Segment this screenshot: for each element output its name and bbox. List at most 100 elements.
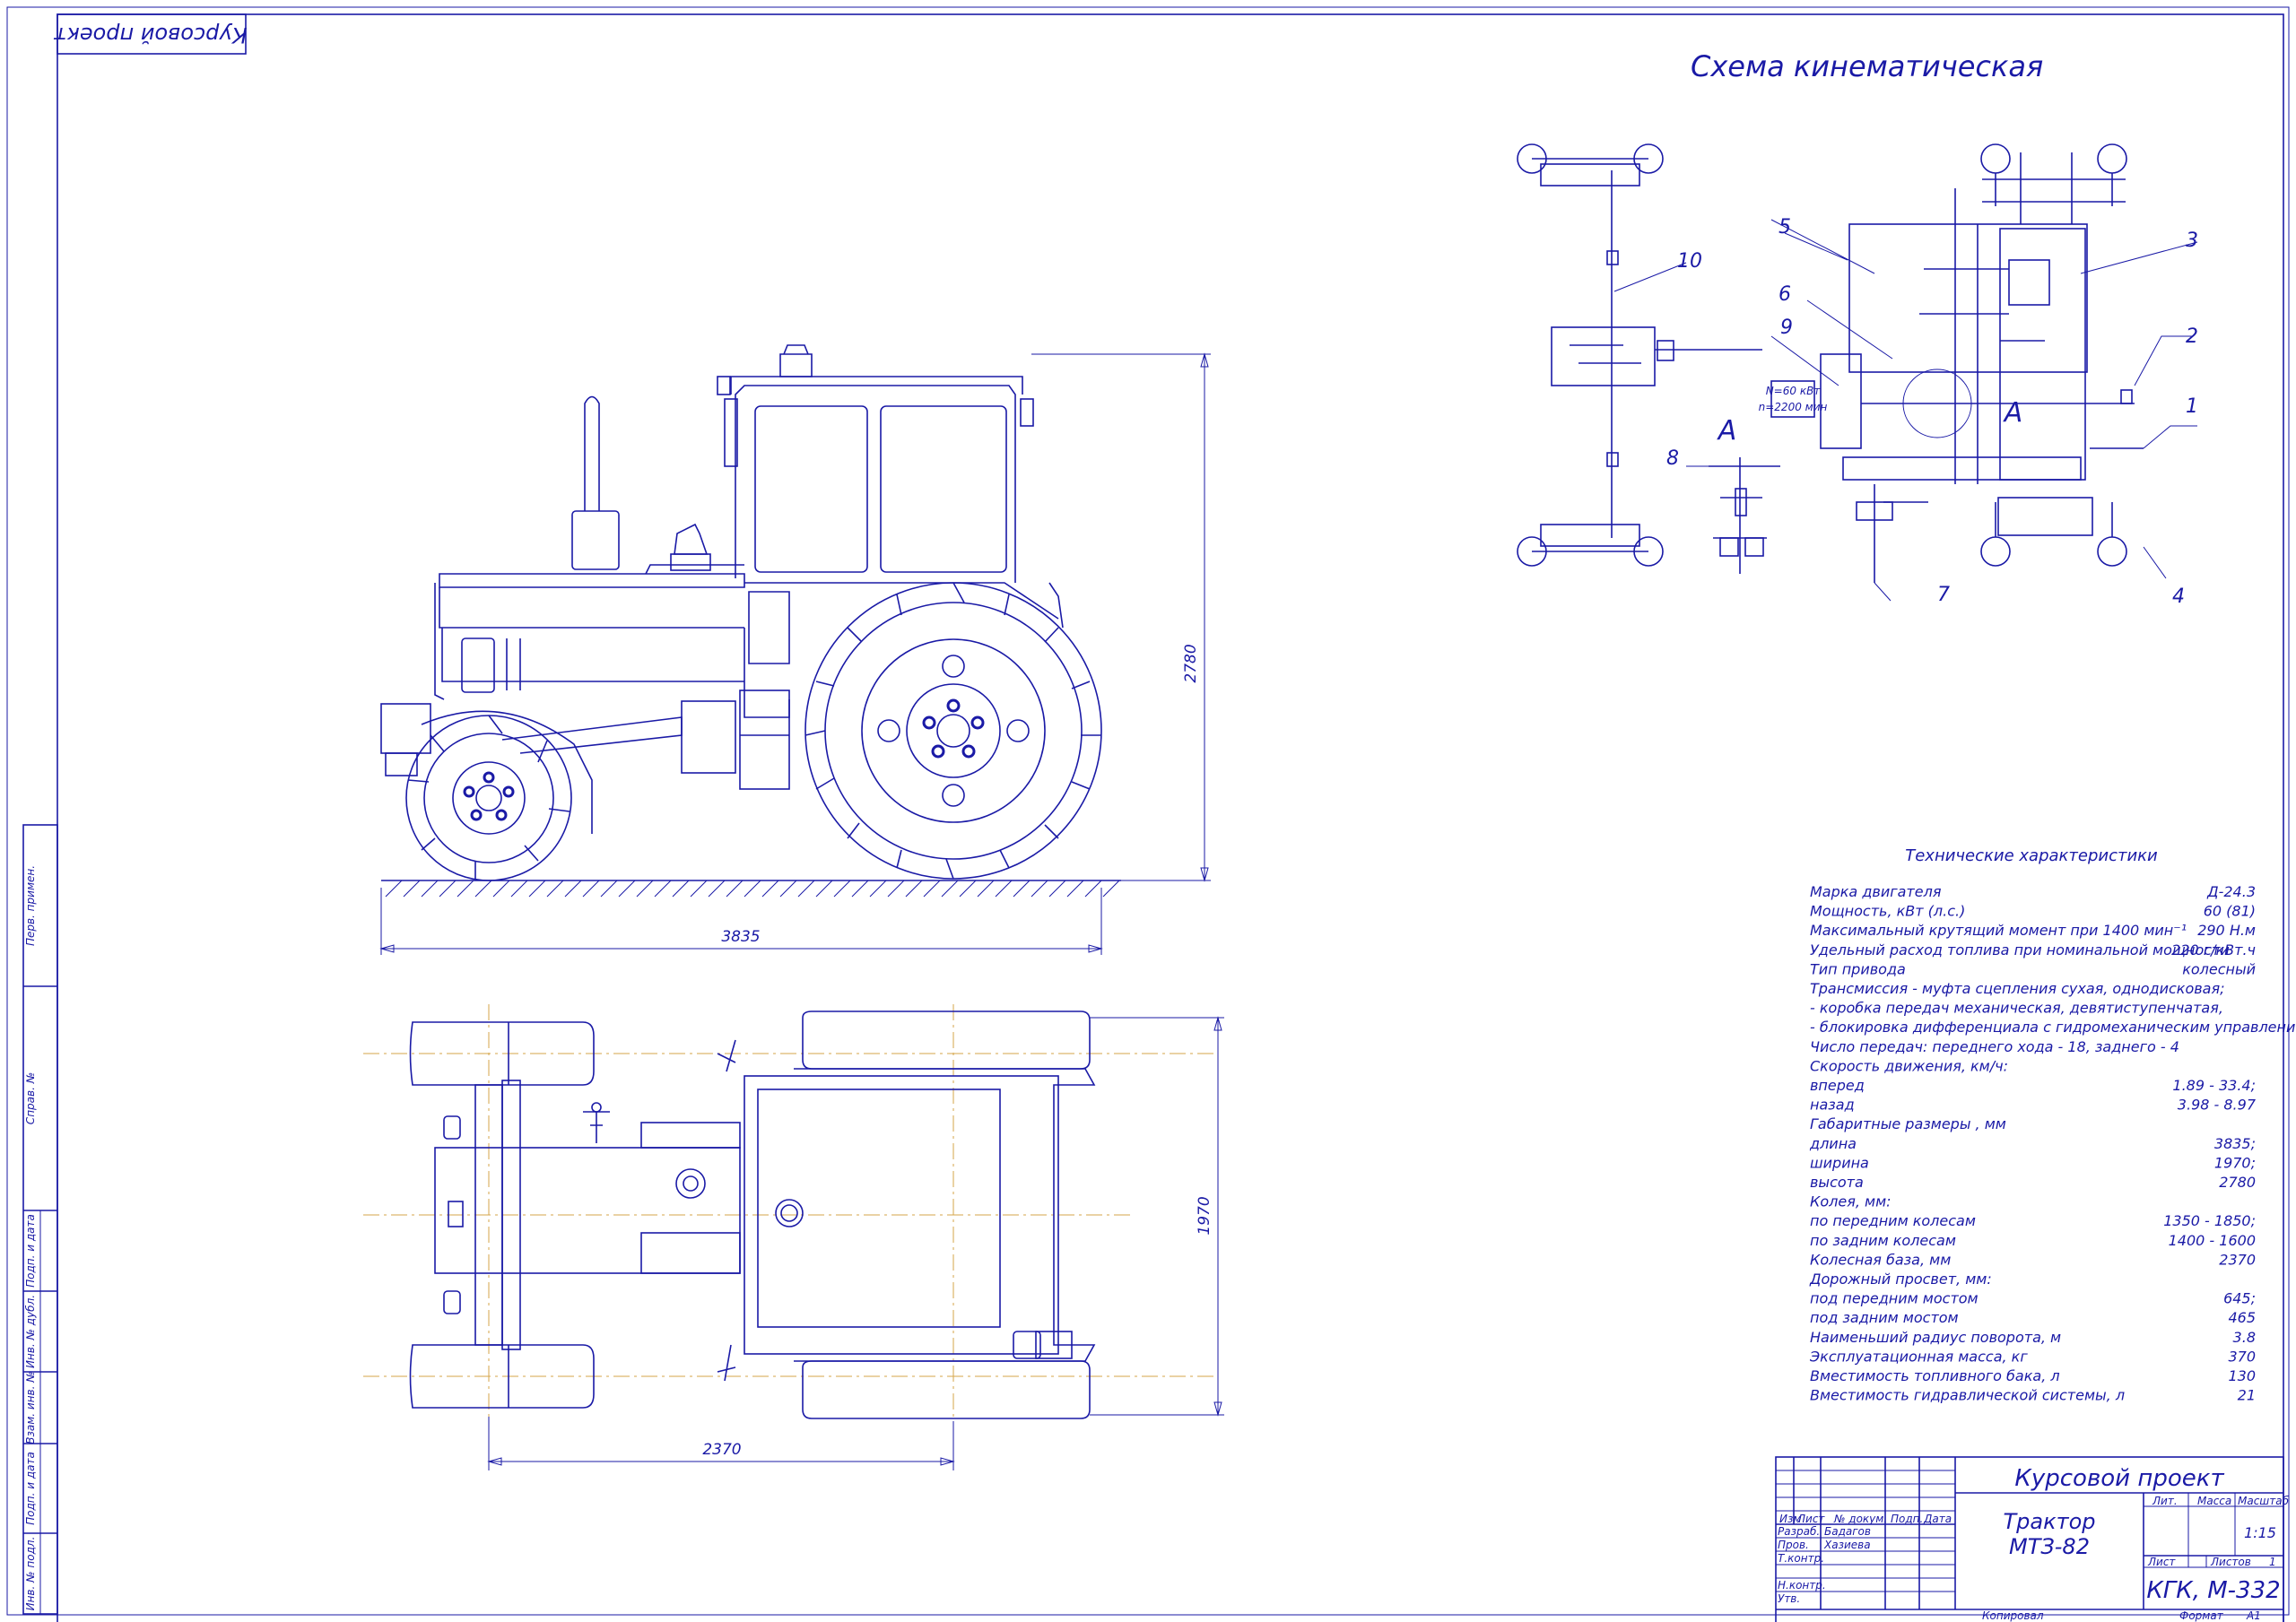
wheel-symbol — [2097, 536, 2127, 567]
spec-value: 1400 - 1600 — [2169, 1232, 2256, 1249]
spec-value: колесный — [2182, 960, 2256, 977]
spec-label: Колесная база, мм — [1810, 1251, 1951, 1268]
format-value: А1 — [2246, 1609, 2261, 1622]
spec-label: Марка двигателя — [1810, 883, 1942, 900]
doc-title: Курсовой проект — [2014, 1465, 2224, 1492]
ground-hatching — [385, 880, 1120, 898]
spec-label: Максимальный крутящий момент при 1400 ми… — [1810, 922, 2187, 939]
spec-label: Мощность, кВт (л.с.) — [1810, 903, 1965, 920]
title-block: Изм Лист № докум. Подп. Дата Разраб. Про… — [1775, 1456, 2290, 1622]
name-razrab: Бадагов — [1824, 1525, 1871, 1538]
strip-label-3: Подп. и дата — [24, 1214, 37, 1288]
engine-block-top — [434, 1147, 741, 1274]
scale-value: 1:15 — [2244, 1524, 2276, 1541]
lit-label: Лит. — [2152, 1495, 2178, 1507]
exhaust-pipe — [584, 395, 600, 511]
spec-label: ширина — [1810, 1154, 1869, 1171]
strip-label-7: Инв. № подл. — [24, 1537, 37, 1611]
label-1: 1 — [2186, 395, 2198, 418]
spec-value: 3.98 - 8.97 — [2178, 1097, 2257, 1114]
spec-label: Эксплуатационная масса, кг — [1809, 1348, 2028, 1365]
spec-value: 220 г/кВт.ч — [2171, 941, 2256, 958]
dim-wheelbase-text: 2370 — [702, 1441, 741, 1459]
gearbox — [1848, 223, 2088, 373]
col-header-sign: Подп. — [1891, 1513, 1923, 1525]
col-header-doc: № докум. — [1833, 1513, 1887, 1525]
strip-label-1: Перв. примен. — [24, 865, 37, 946]
spec-label: Дорожный просвет, мм: — [1809, 1271, 1992, 1288]
rear-tyre-left — [802, 1010, 1091, 1070]
name-prov: Хазиева — [1823, 1539, 1871, 1551]
spec-value: 290 Н.м — [2197, 922, 2256, 939]
label-3: 3 — [2186, 230, 2198, 252]
wheel-symbol — [2097, 143, 2127, 174]
col-header-list: Лист — [1796, 1513, 1825, 1525]
wheel-symbol — [1980, 536, 2011, 567]
tech-specs: Технические характеристики Марка двигате… — [1809, 846, 2296, 1404]
spec-value: 1.89 - 33.4; — [2172, 1077, 2256, 1094]
beacon — [779, 353, 813, 377]
scale-label: Масштаб — [2238, 1495, 2290, 1507]
spec-label: Наименьший радиус поворота, м — [1810, 1329, 2061, 1346]
dim-height: 2780 — [1031, 352, 1211, 882]
rear-tyre-right — [802, 1360, 1091, 1419]
spec-value: 645; — [2223, 1290, 2256, 1307]
strip-label-6: Подп. и дата — [24, 1452, 37, 1525]
detail-letter-a2: А — [2003, 397, 2023, 429]
spec-label: Число передач: переднего хода - 18, задн… — [1810, 1038, 2179, 1055]
cab-window-rear — [880, 405, 1007, 573]
sheets-count: 1 — [2269, 1556, 2276, 1568]
format-label: Формат — [2179, 1609, 2224, 1622]
spec-value: 1970; — [2214, 1154, 2256, 1171]
role-tkontr: Т.контр. — [1778, 1552, 1824, 1565]
spec-label: длина — [1809, 1135, 1857, 1152]
label-8: 8 — [1666, 447, 1679, 470]
spec-label: - блокировка дифференциала с гидромехани… — [1810, 1019, 2296, 1036]
tractor-side-view: 3835 2780 — [379, 344, 1211, 955]
side-strip: Перв. примен. Справ. № Подп. и дата Инв.… — [22, 824, 58, 1615]
scheme-title: Схема кинематическая — [1691, 49, 2043, 83]
spec-label: Вместимость гидравлической системы, л — [1810, 1387, 2125, 1404]
engine-box-line2: n=2200 мин — [1759, 401, 1828, 413]
spec-value: 2370 — [2219, 1251, 2256, 1268]
spec-value: 370 — [2228, 1348, 2256, 1365]
spec-label: Колея, мм: — [1810, 1193, 1892, 1210]
dim-length-text: 3835 — [721, 928, 760, 946]
label-6: 6 — [1779, 283, 1791, 306]
kinematic-scheme: Схема кинематическая N=60 кВт n=2200 мин — [1517, 49, 2198, 608]
spec-value: 130 — [2228, 1367, 2256, 1384]
cab-window-front — [754, 405, 868, 573]
product-line1: Трактор — [2004, 1509, 2096, 1534]
dim-width-text: 1970 — [1196, 1196, 1213, 1235]
spec-label: Вместимость топливного бака, л — [1810, 1367, 2060, 1384]
role-prov: Пров. — [1778, 1539, 1809, 1551]
spec-value: 3.8 — [2233, 1329, 2256, 1346]
rear-wheel — [804, 582, 1102, 880]
spec-value: 1350 - 1850; — [2163, 1212, 2256, 1229]
spec-value: 60 (81) — [2204, 903, 2256, 920]
role-nkontr: Н.контр. — [1778, 1579, 1826, 1592]
label-2: 2 — [2186, 325, 2198, 348]
label-10: 10 — [1677, 250, 1702, 273]
dim-height-text: 2780 — [1182, 644, 1200, 682]
label-4: 4 — [2172, 585, 2185, 608]
spec-value: 3835; — [2214, 1135, 2256, 1152]
strip-label-4: Инв. № дубл. — [24, 1295, 37, 1368]
spec-label: Габаритные размеры , мм — [1810, 1115, 2006, 1132]
spec-label: под передним мостом — [1810, 1290, 1979, 1307]
label-5: 5 — [1779, 216, 1791, 239]
sheet-label: Лист — [2147, 1556, 2176, 1568]
spec-label: Удельный расход топлива при номинальной … — [1810, 941, 2230, 958]
spec-value: 21 — [2238, 1387, 2256, 1404]
spec-label: по задним колесам — [1810, 1232, 1956, 1249]
cab — [735, 385, 1016, 583]
spec-label: Трансмиссия - муфта сцепления сухая, одн… — [1810, 980, 2224, 997]
specs-title: Технические характеристики — [1905, 846, 2158, 865]
grille — [461, 638, 495, 693]
spec-label: вперед — [1810, 1077, 1865, 1094]
role-razrab: Разраб. — [1778, 1525, 1820, 1538]
label-7: 7 — [1937, 584, 1950, 606]
spec-label: по передним колесам — [1810, 1212, 1976, 1229]
sheets-label: Листов — [2210, 1556, 2251, 1568]
dim-width: 1970 — [1090, 1016, 1224, 1417]
